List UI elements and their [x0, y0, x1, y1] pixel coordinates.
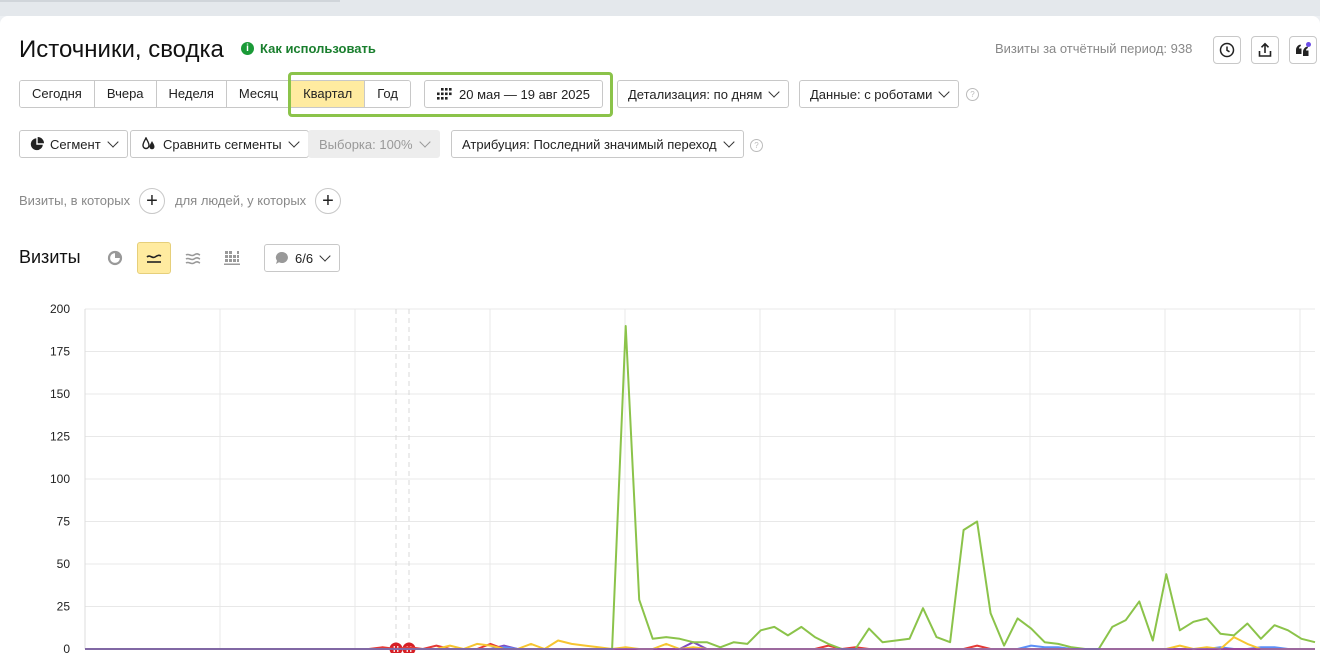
y-axis-ticks: 0 25 50 75 100 125 150 175 200 [50, 302, 70, 653]
y-tick-label: 175 [50, 345, 70, 359]
y-tick-label: 50 [57, 557, 71, 571]
y-tick-label: 75 [57, 515, 71, 529]
chart-grid [84, 308, 1315, 650]
y-tick-label: 100 [50, 472, 70, 486]
holiday-markers: HH [389, 309, 416, 653]
chart-series [85, 325, 1316, 650]
visits-line-chart: 0 25 50 75 100 125 150 175 200 HH [50, 302, 1316, 653]
y-tick-label: 200 [50, 302, 70, 316]
y-tick-label: 125 [50, 430, 70, 444]
y-tick-label: 150 [50, 387, 70, 401]
y-tick-label: 25 [57, 600, 71, 614]
y-tick-label: 0 [63, 642, 70, 653]
series-line [85, 325, 1316, 650]
